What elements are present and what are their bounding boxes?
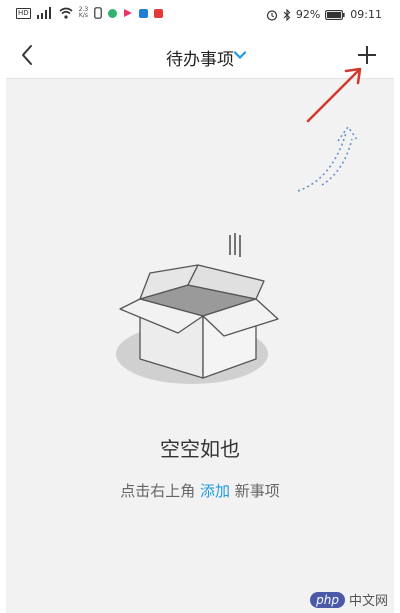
dotted-arrow <box>297 125 359 192</box>
signal-icon <box>36 7 51 19</box>
play-icon <box>124 9 133 17</box>
bluetooth-icon <box>283 8 291 21</box>
app-notification-icon <box>154 8 164 18</box>
empty-state-title: 空空如也 <box>160 437 240 461</box>
chevron-down-icon[interactable] <box>234 51 246 59</box>
app-notification-icon <box>139 8 149 18</box>
status-bar: HD 2.3 K/s 92% 09:11 <box>6 0 394 32</box>
watermark-text: 中文网 <box>348 594 388 609</box>
empty-content-area: 空空如也 点击右上角 添加 新事项 php 中文网 <box>6 67 394 613</box>
empty-box-illustration <box>116 233 279 384</box>
watermark-badge: php <box>310 591 345 608</box>
alarm-icon <box>266 9 277 21</box>
phone-icon <box>94 7 103 19</box>
hd-indicator: HD <box>16 7 31 19</box>
hint-text-after: 新事项 <box>234 482 280 500</box>
clock-time: 09:11 <box>350 8 382 21</box>
hint-text-before: 点击右上角 <box>120 482 196 500</box>
status-left: HD 2.3 K/s <box>16 7 164 19</box>
wifi-icon <box>59 7 73 19</box>
speed-unit: K/s <box>78 12 88 19</box>
add-link[interactable]: 添加 <box>200 482 230 500</box>
network-speed: 2.3 K/s <box>79 7 89 19</box>
empty-state-hint: 点击右上角 添加 新事项 <box>6 480 394 501</box>
status-right: 92% 09:11 <box>266 8 382 21</box>
battery-percent: 92% <box>295 8 321 21</box>
app-notification-icon <box>108 8 118 18</box>
app-screen: HD 2.3 K/s 92% 09:11 待办事项 空空如也 点击右上角 添加 … <box>6 0 394 613</box>
battery-icon <box>325 9 345 20</box>
watermark: php 中文网 <box>310 590 388 609</box>
